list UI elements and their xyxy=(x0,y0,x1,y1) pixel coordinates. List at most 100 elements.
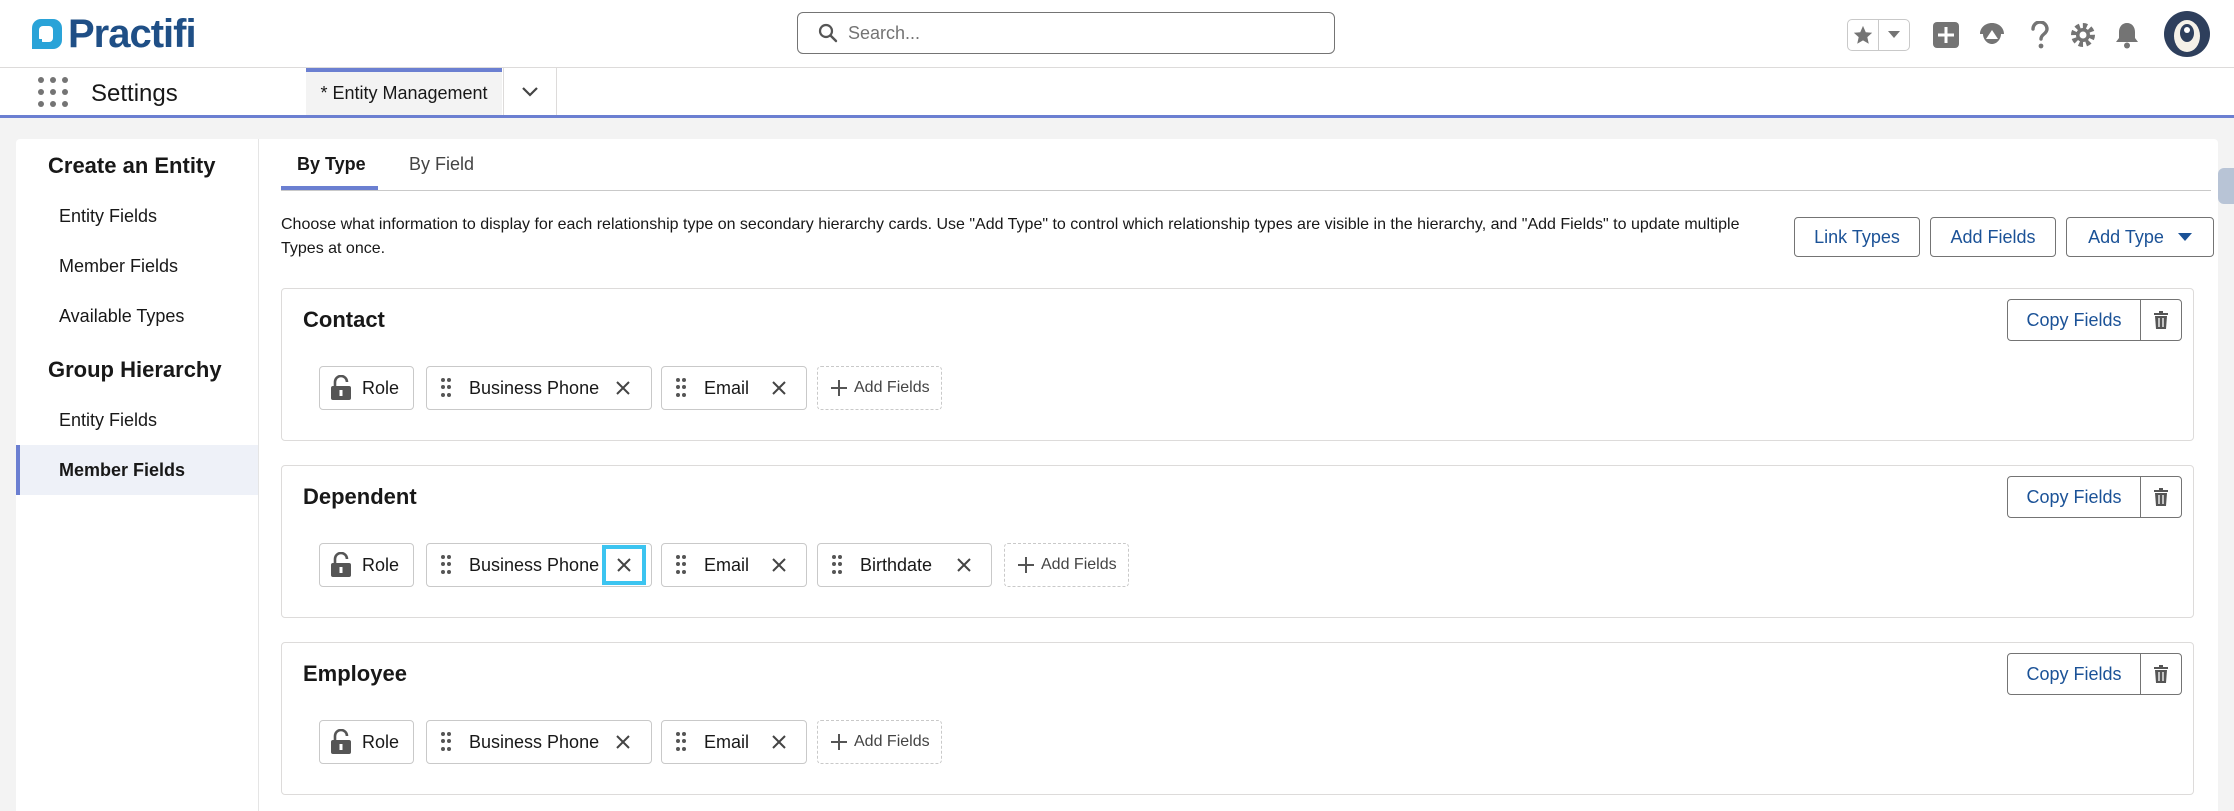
field-chip[interactable]: Business Phone xyxy=(426,720,652,764)
field-chip[interactable]: Email xyxy=(661,366,807,410)
plus-icon xyxy=(1018,557,1034,573)
sidebar-item-group-entity-fields[interactable]: Entity Fields xyxy=(16,395,258,445)
add-fields-chip[interactable]: Add Fields xyxy=(1004,543,1129,587)
type-card-dependent: Dependent Copy Fields Role Business Phon… xyxy=(281,465,2194,618)
unlock-icon xyxy=(331,729,351,754)
field-label: Email xyxy=(704,554,750,575)
tab-entity-management[interactable]: * Entity Management xyxy=(306,68,502,115)
remove-field-button[interactable] xyxy=(602,545,646,585)
card-title: Employee xyxy=(303,661,407,686)
setup-button[interactable] xyxy=(2067,19,2099,51)
help-button[interactable] xyxy=(2024,19,2056,51)
field-chip[interactable]: Birthdate xyxy=(817,543,992,587)
tab-by-field[interactable]: By Field xyxy=(409,154,474,175)
sidebar-item-group-member-fields[interactable]: Member Fields xyxy=(16,445,258,495)
trailhead-icon xyxy=(1980,23,2004,44)
sidebar-item-create-entity-fields[interactable]: Entity Fields xyxy=(16,191,258,241)
add-fields-button[interactable]: Add Fields xyxy=(1930,217,2056,257)
type-card-employee: Employee Copy Fields Role Business Phone… xyxy=(281,642,2194,795)
close-icon xyxy=(772,735,786,749)
type-card-contact: Contact Copy Fields Role Business Phone … xyxy=(281,288,2194,441)
field-label: Business Phone xyxy=(469,377,600,398)
close-icon xyxy=(772,381,786,395)
notifications-button[interactable] xyxy=(2111,19,2143,51)
help-icon xyxy=(2031,21,2049,49)
remove-field-button[interactable] xyxy=(763,547,795,583)
field-label: Birthdate xyxy=(860,554,933,575)
unlock-icon xyxy=(331,375,351,400)
plus-box-icon xyxy=(1933,22,1959,48)
add-type-label: Add Type xyxy=(2088,226,2164,247)
app-launcher-icon[interactable] xyxy=(38,77,68,107)
sidebar-heading-group-hierarchy: Group Hierarchy xyxy=(48,357,222,382)
close-icon xyxy=(616,381,630,395)
global-actions-button[interactable] xyxy=(1930,19,1962,51)
global-header: Practifi Search... xyxy=(0,0,2234,68)
add-fields-label: Add Fields xyxy=(854,733,930,750)
trash-icon xyxy=(2154,311,2168,329)
favorites-button-group xyxy=(1847,19,1910,51)
field-chip[interactable]: Email xyxy=(661,543,807,587)
remove-field-button[interactable] xyxy=(607,370,639,406)
tab-menu-button[interactable] xyxy=(503,68,557,115)
caret-down-icon xyxy=(2177,233,2192,241)
practifi-logo[interactable]: Practifi xyxy=(30,12,197,56)
field-label: Business Phone xyxy=(469,554,600,575)
global-search-input[interactable]: Search... xyxy=(797,12,1335,54)
drag-handle-icon[interactable] xyxy=(441,378,451,398)
user-avatar[interactable] xyxy=(2164,11,2210,57)
app-name: Settings xyxy=(91,80,178,107)
add-type-button[interactable]: Add Type xyxy=(2066,217,2214,257)
drag-handle-icon[interactable] xyxy=(676,732,686,752)
tab-by-type[interactable]: By Type xyxy=(297,154,366,175)
add-fields-label: Add Fields xyxy=(854,379,930,396)
locked-field-chip: Role xyxy=(319,720,414,764)
favorites-star-button[interactable] xyxy=(1848,20,1879,50)
close-icon xyxy=(616,735,630,749)
remove-field-button[interactable] xyxy=(948,547,980,583)
copy-fields-button[interactable]: Copy Fields xyxy=(2007,476,2141,518)
delete-type-button[interactable] xyxy=(2140,476,2182,518)
trash-icon xyxy=(2154,488,2168,506)
trash-icon xyxy=(2154,665,2168,683)
search-icon xyxy=(818,23,838,43)
favorites-dropdown-button[interactable] xyxy=(1879,20,1909,50)
field-chip[interactable]: Email xyxy=(661,720,807,764)
field-label: Role xyxy=(362,731,400,752)
drag-handle-icon[interactable] xyxy=(441,555,451,575)
sidebar-heading-create-entity: Create an Entity xyxy=(48,153,216,178)
drag-handle-icon[interactable] xyxy=(676,555,686,575)
active-tab-indicator xyxy=(281,186,378,190)
chevron-down-icon xyxy=(1888,31,1900,38)
trailhead-button[interactable] xyxy=(1976,19,2008,51)
field-label: Role xyxy=(362,554,400,575)
copy-fields-button[interactable]: Copy Fields xyxy=(2007,653,2141,695)
settings-sidebar: Create an Entity Entity Fields Member Fi… xyxy=(16,139,259,811)
sidebar-item-available-types[interactable]: Available Types xyxy=(16,291,258,341)
delete-type-button[interactable] xyxy=(2140,653,2182,695)
remove-field-button[interactable] xyxy=(763,370,795,406)
remove-field-button[interactable] xyxy=(607,724,639,760)
copy-fields-button[interactable]: Copy Fields xyxy=(2007,299,2141,341)
field-chip[interactable]: Business Phone xyxy=(426,543,652,587)
add-fields-chip[interactable]: Add Fields xyxy=(817,720,942,764)
drag-handle-icon[interactable] xyxy=(676,378,686,398)
close-icon xyxy=(957,558,971,572)
plus-icon xyxy=(831,380,847,396)
add-fields-chip[interactable]: Add Fields xyxy=(817,366,942,410)
locked-field-chip: Role xyxy=(319,366,414,410)
practifi-logo-mark-icon xyxy=(32,19,62,49)
drag-handle-icon[interactable] xyxy=(441,732,451,752)
link-types-button[interactable]: Link Types xyxy=(1794,217,1920,257)
page-description: Choose what information to display for e… xyxy=(281,216,1740,257)
remove-field-button[interactable] xyxy=(763,724,795,760)
delete-type-button[interactable] xyxy=(2140,299,2182,341)
card-title: Dependent xyxy=(303,484,417,509)
drag-handle-icon[interactable] xyxy=(832,555,842,575)
sidebar-item-create-member-fields[interactable]: Member Fields xyxy=(16,241,258,291)
field-chip[interactable]: Business Phone xyxy=(426,366,652,410)
field-label: Business Phone xyxy=(469,731,600,752)
gear-icon xyxy=(2071,23,2095,47)
locked-field-chip: Role xyxy=(319,543,414,587)
utility-panel-handle[interactable] xyxy=(2218,168,2234,204)
